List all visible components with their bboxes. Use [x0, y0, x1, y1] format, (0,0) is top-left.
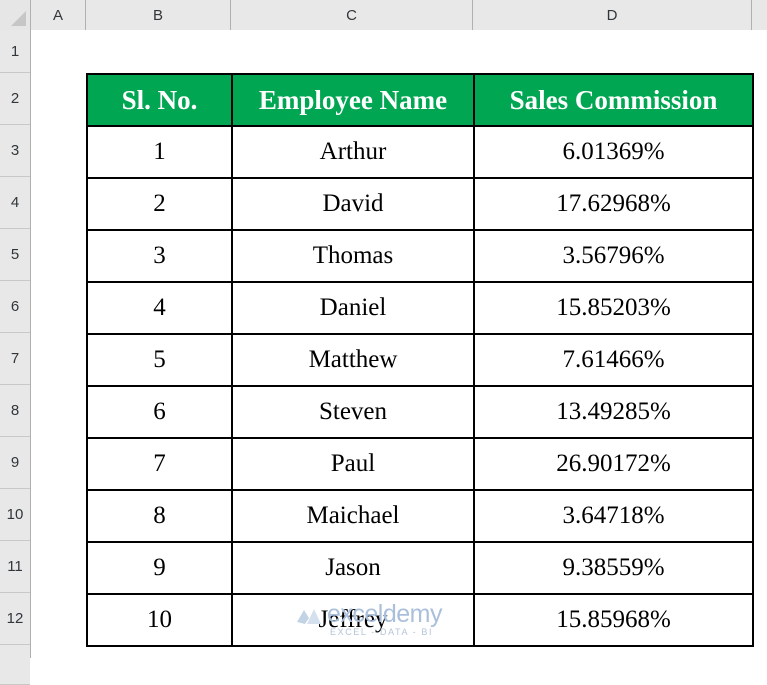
column-header-d[interactable]: D: [473, 0, 752, 30]
cell-sl-no[interactable]: 1: [86, 125, 233, 179]
row-header-9[interactable]: 9: [0, 437, 30, 489]
row-header-10[interactable]: 10: [0, 489, 30, 541]
cell-employee-name[interactable]: Matthew: [231, 333, 475, 387]
cell-sales-commission[interactable]: 15.85968%: [473, 593, 754, 647]
cell-sales-commission[interactable]: 13.49285%: [473, 385, 754, 439]
cell-sl-no[interactable]: 3: [86, 229, 233, 283]
cell-sales-commission[interactable]: 17.62968%: [473, 177, 754, 231]
table-row: 6 Steven 13.49285%: [86, 385, 754, 439]
cell-sales-commission[interactable]: 15.85203%: [473, 281, 754, 335]
cell-sales-commission[interactable]: 3.64718%: [473, 489, 754, 543]
row-header-4[interactable]: 4: [0, 177, 30, 229]
row-header-6[interactable]: 6: [0, 281, 30, 333]
column-header-c[interactable]: C: [231, 0, 473, 30]
spreadsheet-grid: A B C D 1 2 3 4 5 6 7 8 9 10 11 12 Sl. No. Employee…: [0, 0, 767, 685]
cell-sales-commission[interactable]: 26.90172%: [473, 437, 754, 491]
column-header-e[interactable]: [752, 0, 767, 30]
cell-sl-no[interactable]: 2: [86, 177, 233, 231]
row-header-11[interactable]: 11: [0, 541, 30, 593]
table-header-row: Sl. No. Employee Name Sales Commission: [86, 73, 754, 127]
cell-sales-commission[interactable]: 3.56796%: [473, 229, 754, 283]
cell-employee-name[interactable]: David: [231, 177, 475, 231]
table-row: 8 Maichael 3.64718%: [86, 489, 754, 543]
table-row: 1 Arthur 6.01369%: [86, 125, 754, 179]
column-header-row: A B C D: [0, 0, 767, 30]
cell-sales-commission[interactable]: 6.01369%: [473, 125, 754, 179]
table-row: 3 Thomas 3.56796%: [86, 229, 754, 283]
sales-commission-table: Sl. No. Employee Name Sales Commission 1…: [86, 73, 754, 647]
cell-employee-name[interactable]: Arthur: [231, 125, 475, 179]
select-all-button[interactable]: [0, 0, 31, 30]
cell-sl-no[interactable]: 7: [86, 437, 233, 491]
column-header-sales-commission: Sales Commission: [473, 73, 754, 127]
row-header-5[interactable]: 5: [0, 229, 30, 281]
column-header-employee-name: Employee Name: [231, 73, 475, 127]
table-row: 4 Daniel 15.85203%: [86, 281, 754, 335]
cell-employee-name[interactable]: Steven: [231, 385, 475, 439]
row-header-13[interactable]: [0, 645, 30, 685]
row-header-2[interactable]: 2: [0, 73, 30, 125]
row-header-12[interactable]: 12: [0, 593, 30, 645]
row-header-8[interactable]: 8: [0, 385, 30, 437]
cell-employee-name[interactable]: Jeffrey: [231, 593, 475, 647]
cell-sl-no[interactable]: 4: [86, 281, 233, 335]
row-header-3[interactable]: 3: [0, 125, 30, 177]
cell-sl-no[interactable]: 5: [86, 333, 233, 387]
cell-sales-commission[interactable]: 7.61466%: [473, 333, 754, 387]
column-header-b[interactable]: B: [86, 0, 231, 30]
row-header-gutter: 1 2 3 4 5 6 7 8 9 10 11 12: [0, 30, 31, 685]
cell-sl-no[interactable]: 10: [86, 593, 233, 647]
row-header-7[interactable]: 7: [0, 333, 30, 385]
table-row: 10 Jeffrey 15.85968%: [86, 593, 754, 647]
cell-employee-name[interactable]: Maichael: [231, 489, 475, 543]
cell-sl-no[interactable]: 6: [86, 385, 233, 439]
column-header-a[interactable]: A: [31, 0, 86, 30]
select-all-triangle-icon: [11, 11, 26, 26]
table-row: 2 David 17.62968%: [86, 177, 754, 231]
cell-sl-no[interactable]: 9: [86, 541, 233, 595]
cell-sl-no[interactable]: 8: [86, 489, 233, 543]
cell-employee-name[interactable]: Jason: [231, 541, 475, 595]
table-row: 9 Jason 9.38559%: [86, 541, 754, 595]
row-header-1[interactable]: 1: [0, 30, 30, 73]
column-header-sl-no: Sl. No.: [86, 73, 233, 127]
cell-employee-name[interactable]: Daniel: [231, 281, 475, 335]
cell-employee-name[interactable]: Thomas: [231, 229, 475, 283]
table-row: 5 Matthew 7.61466%: [86, 333, 754, 387]
cell-sales-commission[interactable]: 9.38559%: [473, 541, 754, 595]
table-row: 7 Paul 26.90172%: [86, 437, 754, 491]
cell-employee-name[interactable]: Paul: [231, 437, 475, 491]
